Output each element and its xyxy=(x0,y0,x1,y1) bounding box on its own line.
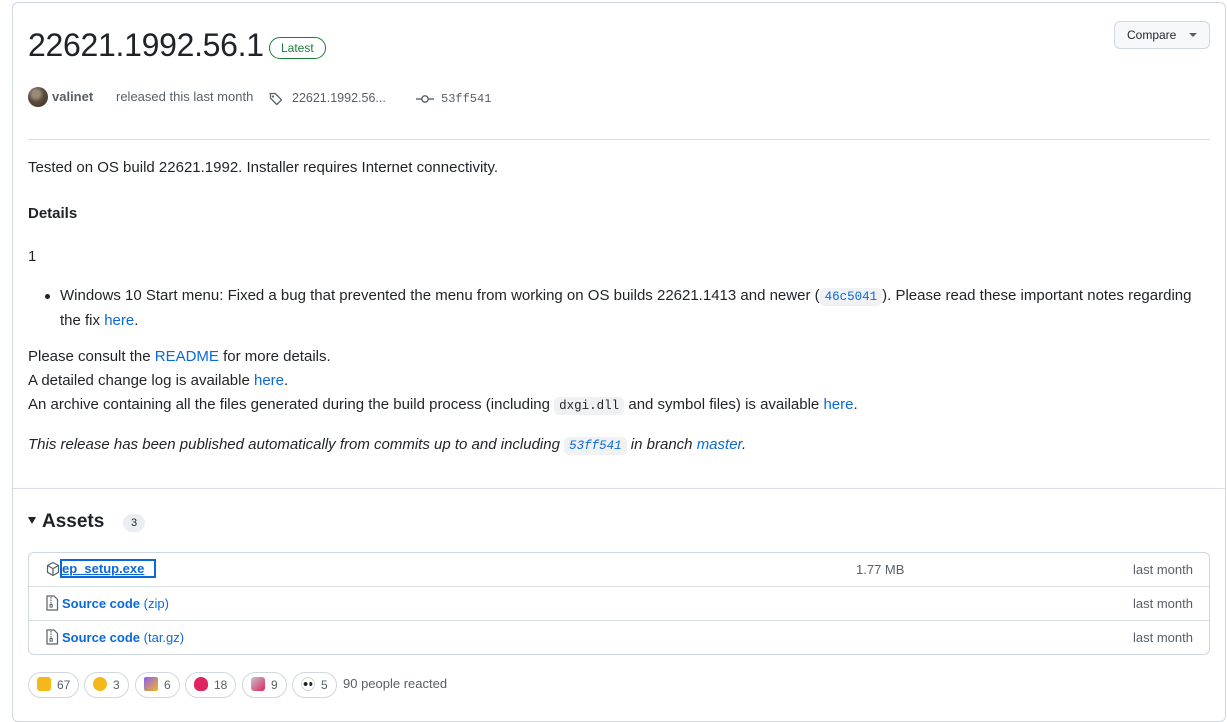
archive-text-end: . xyxy=(853,396,858,413)
caret-down-icon xyxy=(1189,33,1197,37)
commit-ref-link[interactable]: 46c5041 xyxy=(819,288,883,306)
reaction-count: 9 xyxy=(271,678,278,692)
changelog-line: A detailed change log is available here. xyxy=(28,372,288,389)
assets-label: Assets xyxy=(42,511,105,532)
asset-link-zip[interactable]: Source code (zip) xyxy=(62,596,169,611)
released-text[interactable]: released this last month xyxy=(116,89,253,104)
bullet-text-period: . xyxy=(134,312,139,329)
reaction-count: 3 xyxy=(113,678,120,692)
commit-icon xyxy=(416,93,434,108)
dxgi-code: dxgi.dll xyxy=(554,397,625,415)
asset-date: last month xyxy=(1133,562,1193,577)
release-title[interactable]: 22621.1992.56.1 xyxy=(28,27,264,64)
reaction-count: 5 xyxy=(321,678,328,692)
asset-name-suffix: (zip) xyxy=(140,596,169,611)
asset-row-exe: ep_setup.exe 1.77 MB last month xyxy=(29,553,1209,586)
assets-toggle[interactable]: Assets xyxy=(28,511,104,533)
compare-button-label: Compare xyxy=(1127,28,1177,42)
reaction-heart[interactable]: 18 xyxy=(185,672,237,698)
published-commit-link[interactable]: 53ff541 xyxy=(564,437,627,455)
published-text-end: . xyxy=(741,436,747,453)
reaction-thumbs-up[interactable]: 67 xyxy=(28,672,80,698)
laugh-icon xyxy=(93,677,107,691)
asset-date: last month xyxy=(1133,630,1193,645)
divider xyxy=(28,139,1210,140)
heart-icon xyxy=(194,677,208,691)
eyes-icon xyxy=(301,677,315,691)
package-icon xyxy=(45,561,61,580)
changelog-link[interactable]: here xyxy=(254,372,284,389)
tested-text: Tested on OS build 22621.1992. Installer… xyxy=(28,159,499,176)
reaction-eyes[interactable]: 5 xyxy=(292,672,337,698)
reactions-summary: 90 people reacted xyxy=(343,676,448,691)
published-text-middle: in branch xyxy=(626,436,697,453)
assets-list: ep_setup.exe 1.77 MB last month Source c… xyxy=(28,552,1210,655)
reaction-count: 67 xyxy=(57,678,71,692)
asset-name-label: Source code xyxy=(62,630,141,645)
thumbs-up-icon xyxy=(37,677,51,691)
archive-link[interactable]: here xyxy=(823,396,853,413)
reaction-laugh[interactable]: 3 xyxy=(84,672,129,698)
archive-text-middle: and symbol files) is available xyxy=(624,396,824,413)
readme-link[interactable]: README xyxy=(155,348,219,365)
reaction-hooray[interactable]: 6 xyxy=(135,672,180,698)
changelog-text-end: . xyxy=(284,372,289,389)
published-line: This release has been published automati… xyxy=(28,436,747,455)
asset-link-exe[interactable]: ep_setup.exe xyxy=(59,559,157,578)
published-text: This release has been published automati… xyxy=(28,436,565,453)
rocket-icon xyxy=(251,677,265,691)
commit-link[interactable]: 53ff541 xyxy=(441,92,491,106)
reaction-count: 18 xyxy=(214,678,228,692)
file-zip-icon xyxy=(45,629,59,648)
bullet-text: Windows 10 Start menu: Fixed a bug that … xyxy=(60,284,1200,333)
compare-button[interactable]: Compare xyxy=(1114,21,1210,49)
fix-notes-link[interactable]: here xyxy=(104,312,134,329)
details-counter: 1 xyxy=(28,248,37,265)
file-zip-icon xyxy=(45,595,59,614)
author-link[interactable]: valinet xyxy=(52,89,93,104)
avatar[interactable] xyxy=(28,87,48,107)
consult-text-end: for more details. xyxy=(218,348,331,365)
bullet-dot xyxy=(45,294,50,299)
asset-link-targz[interactable]: Source code (tar.gz) xyxy=(62,630,184,645)
reaction-count: 6 xyxy=(164,678,171,692)
archive-line: An archive containing all the files gene… xyxy=(28,396,858,415)
assets-count-badge: 3 xyxy=(123,514,145,532)
changelog-text: A detailed change log is available xyxy=(28,372,254,389)
archive-text: An archive containing all the files gene… xyxy=(28,396,555,413)
latest-badge: Latest xyxy=(269,37,326,59)
asset-size: 1.77 MB xyxy=(856,562,905,577)
tag-icon xyxy=(268,91,284,110)
assets-divider xyxy=(13,488,1225,489)
tag-link[interactable]: 22621.1992.56... xyxy=(292,91,386,105)
asset-date: last month xyxy=(1133,596,1193,611)
consult-line: Please consult the README for more detai… xyxy=(28,348,331,365)
details-summary[interactable]: Details xyxy=(28,205,77,222)
release-card: 22621.1992.56.1 Latest Compare valinet r… xyxy=(12,2,1226,722)
caret-down-icon xyxy=(28,517,36,524)
hooray-icon xyxy=(144,677,158,691)
consult-text: Please consult the xyxy=(28,348,155,365)
asset-name-label: Source code xyxy=(62,596,141,611)
asset-name-suffix: (tar.gz) xyxy=(140,630,185,645)
branch-link[interactable]: master xyxy=(697,436,742,453)
asset-row-zip: Source code (zip) last month xyxy=(29,586,1209,620)
reaction-rocket[interactable]: 9 xyxy=(242,672,287,698)
bullet-text-start: Windows 10 Start menu: Fixed a bug that … xyxy=(60,287,820,304)
asset-row-targz: Source code (tar.gz) last month xyxy=(29,620,1209,654)
